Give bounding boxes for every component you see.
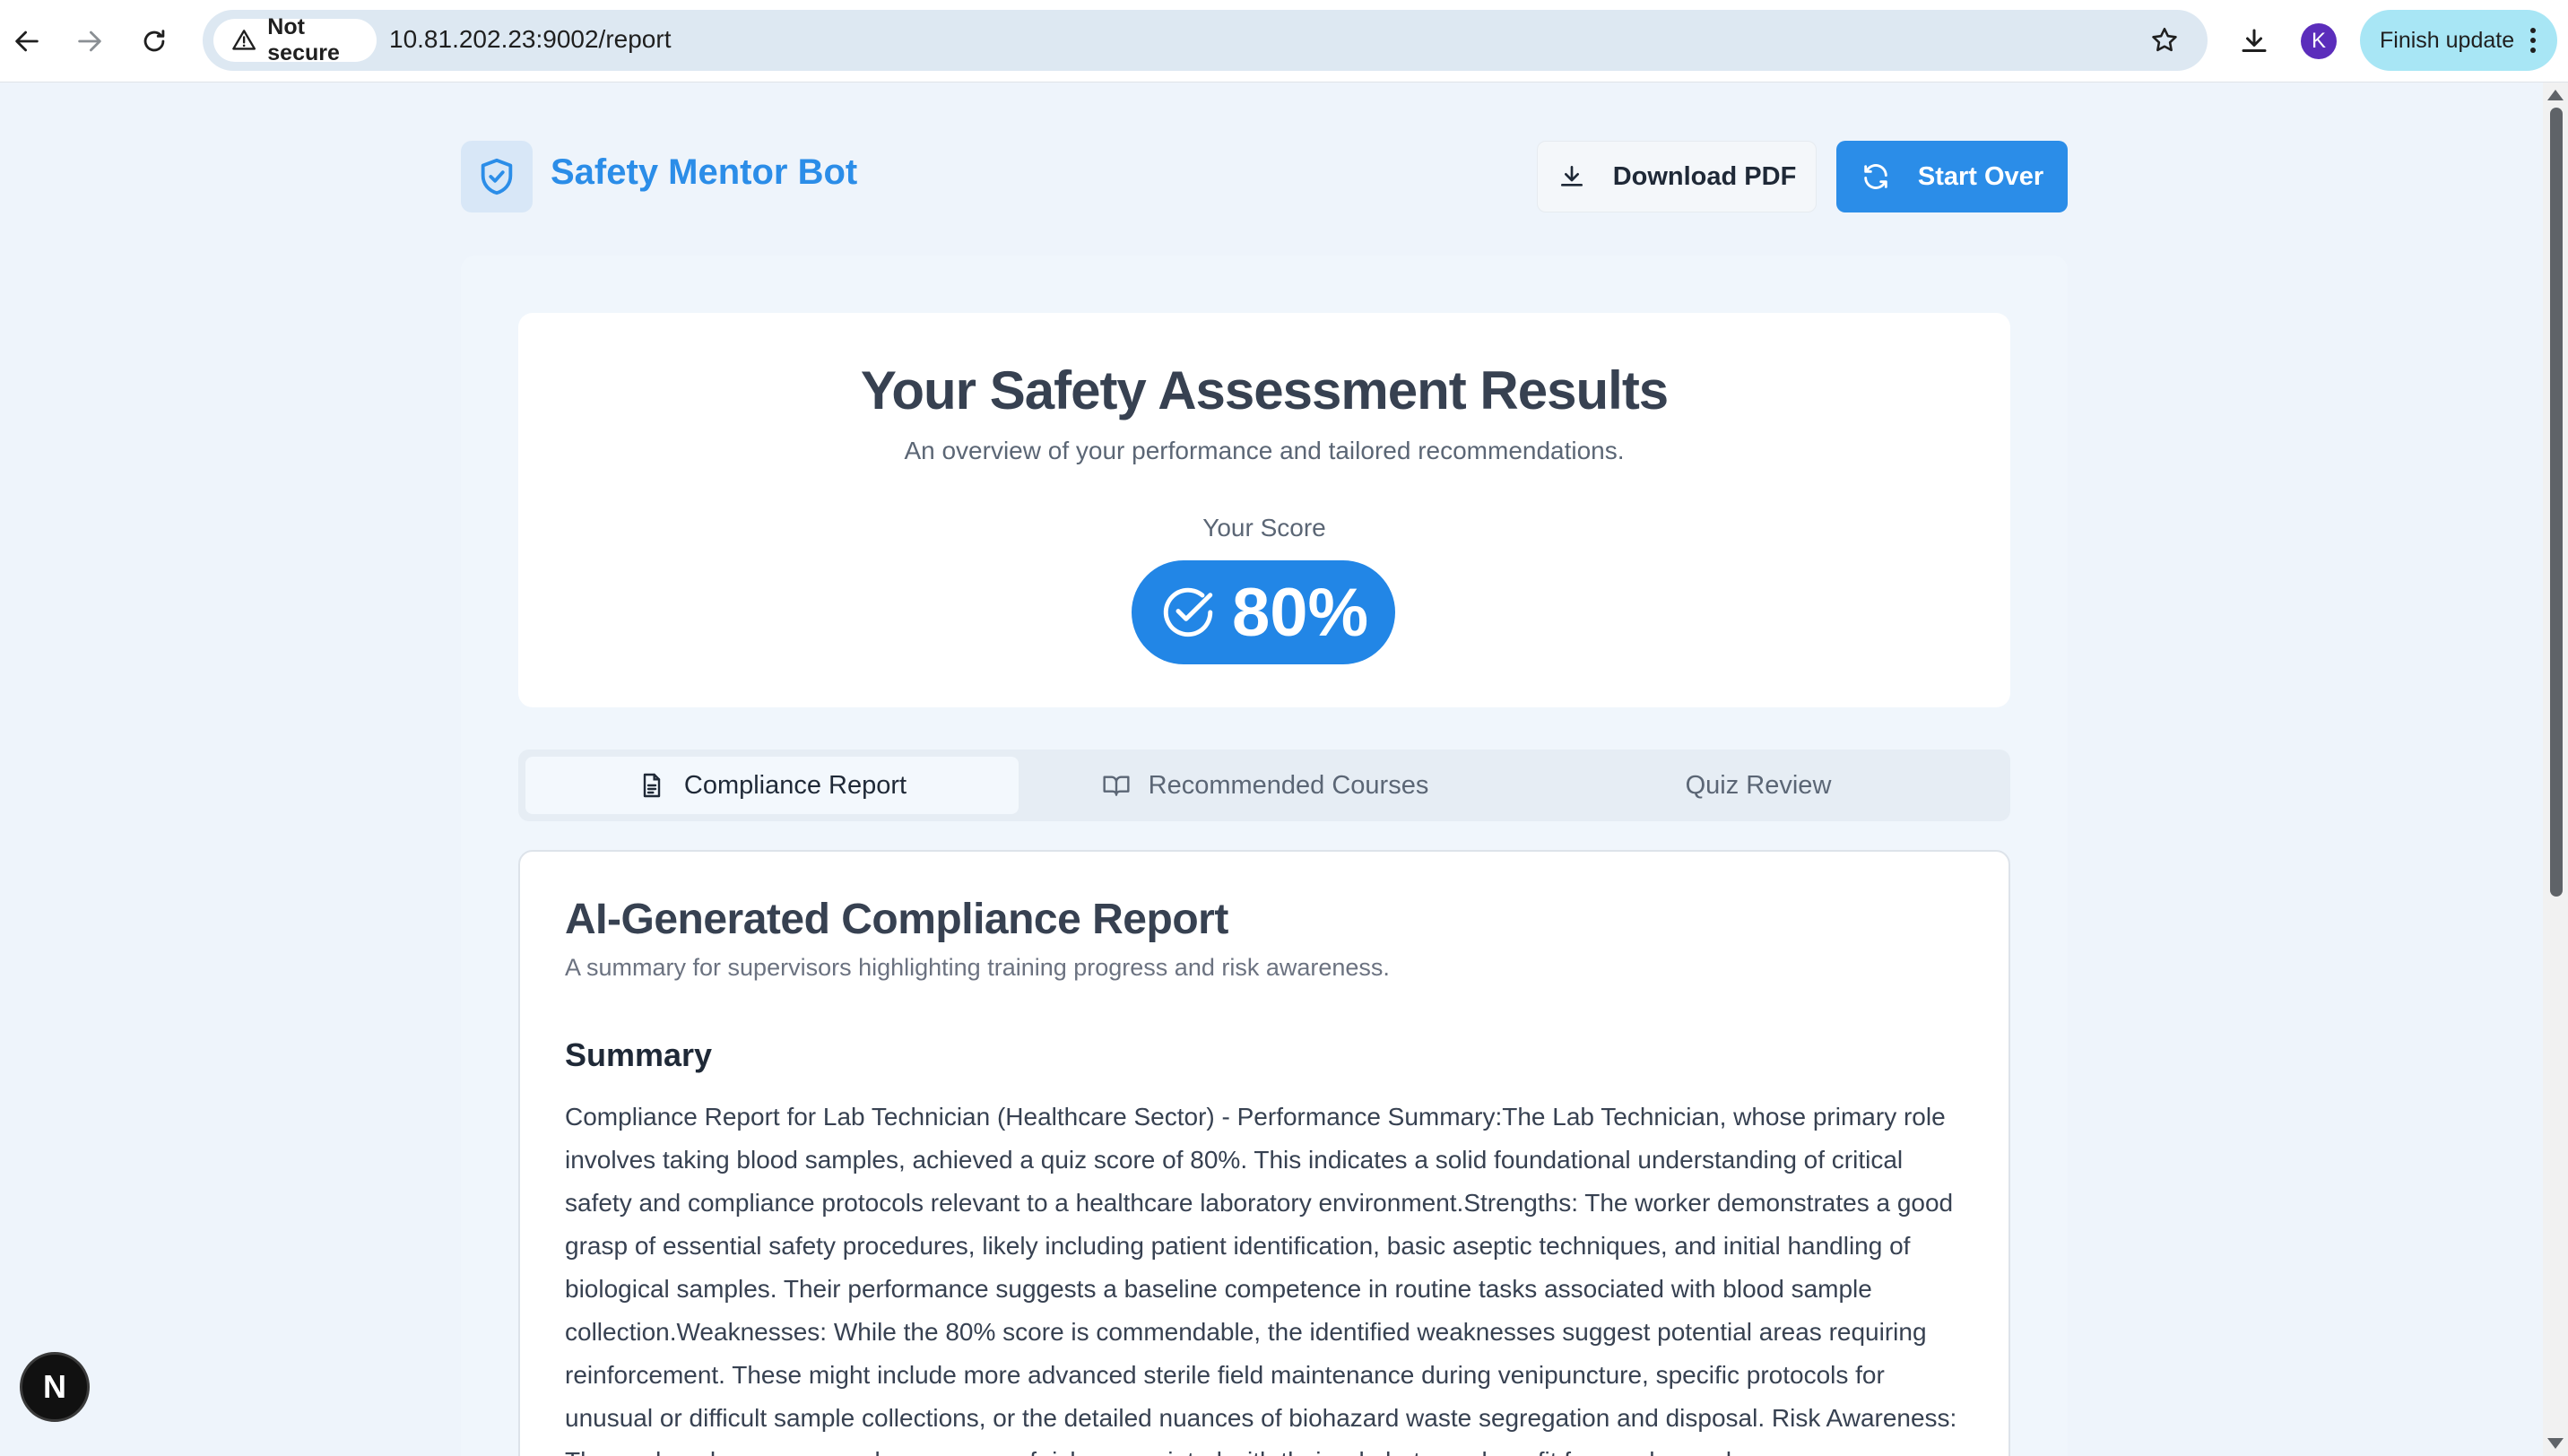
document-icon bbox=[643, 773, 661, 798]
scroll-down-arrow-icon[interactable] bbox=[2547, 1438, 2564, 1449]
tab-label: Compliance Report bbox=[683, 770, 907, 800]
tab-label: Recommended Courses bbox=[1148, 770, 1429, 800]
score-value: 80% bbox=[1231, 574, 1369, 651]
report-title: AI-Generated Compliance Report bbox=[565, 896, 1228, 943]
finish-update-button[interactable]: Finish update bbox=[2360, 10, 2557, 71]
star-icon bbox=[2152, 27, 2177, 52]
refresh-icon bbox=[1864, 164, 1887, 189]
security-label: Not secure bbox=[267, 14, 340, 65]
download-pdf-button[interactable]: Download PDF bbox=[1537, 141, 1817, 212]
downloads-button[interactable] bbox=[2233, 20, 2276, 63]
scroll-thumb[interactable] bbox=[2550, 108, 2563, 897]
url-text[interactable]: 10.81.202.23:9002/report bbox=[389, 25, 671, 54]
results-card: Your Safety Assessment Results An overvi… bbox=[518, 313, 2010, 707]
shield-check-icon bbox=[481, 158, 513, 195]
start-over-label: Start Over bbox=[1917, 161, 2044, 191]
score-badge: 80% bbox=[1132, 560, 1395, 664]
finish-update-label: Finish update bbox=[2380, 27, 2515, 53]
report-subtitle: A summary for supervisors highlighting t… bbox=[565, 954, 1390, 981]
tab-recommended-courses[interactable]: Recommended Courses bbox=[1019, 757, 1512, 814]
results-subtitle: An overview of your performance and tail… bbox=[904, 437, 1625, 464]
reload-icon bbox=[143, 30, 165, 52]
summary-heading: Summary bbox=[565, 1036, 713, 1073]
forward-button[interactable] bbox=[68, 20, 111, 63]
score-label: Your Score bbox=[1202, 514, 1326, 542]
check-circle-icon bbox=[1163, 587, 1213, 637]
back-button[interactable] bbox=[5, 20, 48, 63]
download-icon bbox=[1560, 166, 1583, 186]
profile-avatar[interactable]: K bbox=[2301, 23, 2337, 59]
reload-button[interactable] bbox=[133, 20, 176, 63]
download-icon bbox=[2242, 29, 2267, 52]
start-over-button[interactable]: Start Over bbox=[1836, 141, 2068, 212]
book-open-icon bbox=[1103, 776, 1130, 796]
nextjs-dev-badge[interactable]: N bbox=[20, 1352, 90, 1422]
tab-label: Quiz Review bbox=[1685, 770, 1832, 800]
scroll-up-arrow-icon[interactable] bbox=[2547, 90, 2564, 100]
tab-compliance-report[interactable]: Compliance Report bbox=[525, 757, 1019, 814]
page-scrollbar[interactable] bbox=[2543, 82, 2568, 1456]
download-pdf-label: Download PDF bbox=[1612, 161, 1797, 191]
kebab-menu-icon bbox=[2530, 28, 2537, 53]
arrow-right-icon bbox=[78, 30, 101, 52]
app-logo bbox=[461, 141, 533, 212]
arrow-left-icon bbox=[15, 30, 39, 52]
app-title: Safety Mentor Bot bbox=[551, 152, 858, 192]
compliance-report-card: AI-Generated Compliance Report A summary… bbox=[518, 850, 2010, 1456]
tab-quiz-review[interactable]: Quiz Review bbox=[1512, 757, 2005, 814]
address-bar[interactable]: Not secure 10.81.202.23:9002/report bbox=[203, 10, 2208, 71]
security-indicator[interactable]: Not secure bbox=[213, 14, 377, 65]
browser-toolbar: Not secure 10.81.202.23:9002/report K Fi… bbox=[0, 0, 2568, 82]
results-title: Your Safety Assessment Results bbox=[860, 360, 1669, 420]
bookmark-button[interactable] bbox=[2147, 22, 2182, 58]
report-tabs: Compliance Report Recommended Courses Qu… bbox=[518, 750, 2010, 821]
warning-icon bbox=[232, 30, 256, 50]
summary-text: Compliance Report for Lab Technician (He… bbox=[565, 1103, 1957, 1456]
